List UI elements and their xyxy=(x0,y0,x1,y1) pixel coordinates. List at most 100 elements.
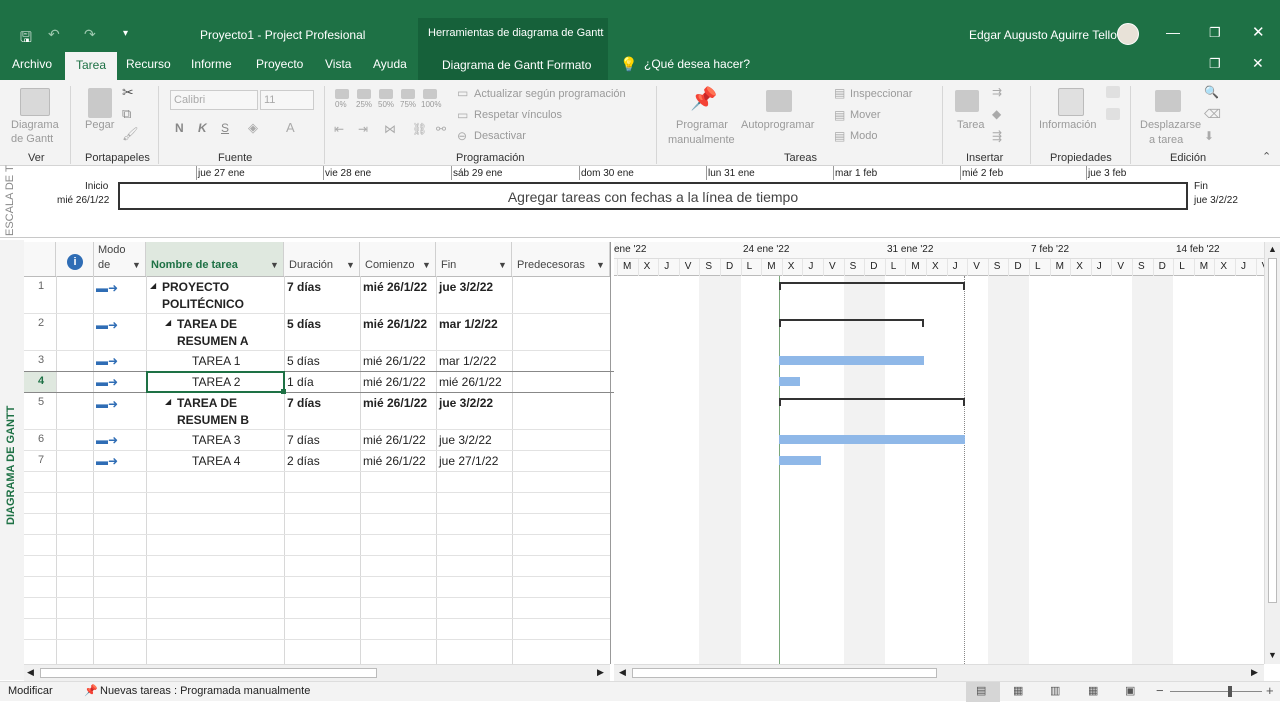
scroll-down-icon[interactable]: ▼ xyxy=(1268,650,1277,660)
task-name[interactable]: TAREA DE xyxy=(177,317,237,331)
doc-restore-icon[interactable]: ❐ xyxy=(1209,56,1221,72)
tab-archivo[interactable]: Archivo xyxy=(12,57,52,71)
scroll-up-icon[interactable]: ▲ xyxy=(1268,244,1277,254)
tab-proyecto[interactable]: Proyecto xyxy=(256,57,303,71)
task-start[interactable]: mié 26/1/22 xyxy=(363,396,427,410)
milestone-icon[interactable]: ◆ xyxy=(992,107,1001,121)
font-size-combo[interactable]: 11 xyxy=(260,90,314,110)
restore-icon[interactable]: ❐ xyxy=(1209,25,1221,41)
task-bar[interactable] xyxy=(779,435,965,444)
filter-arrow-icon[interactable]: ▼ xyxy=(270,260,279,270)
link-icon[interactable]: ⛓ xyxy=(412,122,427,136)
font-color-icon[interactable]: A xyxy=(286,120,295,135)
auto-schedule-button[interactable]: Autoprogramar xyxy=(741,118,814,132)
new-tasks-mode[interactable]: Nuevas tareas : Programada manualmente xyxy=(100,685,310,697)
task-name[interactable]: TAREA 4 xyxy=(192,454,240,468)
summary-bar[interactable] xyxy=(779,398,965,406)
gantt-view-button-line2[interactable]: de Gantt xyxy=(11,132,53,146)
task-name-cont[interactable]: RESUMEN A xyxy=(177,334,249,348)
summary-icon[interactable]: ⇉ xyxy=(992,85,1002,99)
info-column-header[interactable]: i xyxy=(56,242,94,276)
manual-schedule-line1[interactable]: Programar xyxy=(676,118,728,132)
tab-formato[interactable]: Diagrama de Gantt Formato xyxy=(442,58,591,72)
zoom-out-icon[interactable]: − xyxy=(1156,683,1164,698)
grid-hscroll[interactable]: ◀ ▶ xyxy=(24,664,610,681)
task-duration[interactable]: 1 día xyxy=(287,375,314,389)
team-planner-icon[interactable]: ▥ xyxy=(1050,684,1060,697)
task-name[interactable]: TAREA 2 xyxy=(192,375,240,389)
summary-bar[interactable] xyxy=(779,282,965,290)
tab-recurso[interactable]: Recurso xyxy=(126,57,171,71)
cut-icon[interactable]: ✂ xyxy=(122,84,134,101)
resource-sheet-icon[interactable]: ▦ xyxy=(1088,684,1098,697)
deliverable-icon[interactable]: ⇶ xyxy=(992,129,1002,143)
filter-arrow-icon[interactable]: ▼ xyxy=(346,260,355,270)
scroll-left-icon[interactable]: ◀ xyxy=(619,667,626,678)
task-name-column-header[interactable]: Nombre de tarea ▼ xyxy=(146,242,284,276)
close-icon[interactable]: ✕ xyxy=(1252,23,1265,41)
gantt-hscroll[interactable]: ◀ ▶ xyxy=(614,664,1264,681)
task-bar[interactable] xyxy=(779,456,821,465)
find-icon[interactable]: 🔍 xyxy=(1204,85,1219,99)
undo-icon[interactable]: ↶ xyxy=(48,26,60,43)
zoom-in-icon[interactable]: + xyxy=(1266,683,1274,698)
task-duration[interactable]: 7 días xyxy=(287,280,321,294)
task-finish[interactable]: mié 26/1/22 xyxy=(439,375,502,389)
mode-button[interactable]: Modo xyxy=(850,129,878,143)
task-duration[interactable]: 5 días xyxy=(287,354,320,368)
inactivate[interactable]: Desactivar xyxy=(474,129,526,143)
update-as-scheduled[interactable]: Actualizar según programación xyxy=(474,87,626,101)
scroll-thumb[interactable] xyxy=(632,668,937,678)
task-duration[interactable]: 5 días xyxy=(287,317,321,331)
gantt-vscroll[interactable]: ▲ ▼ xyxy=(1264,242,1280,664)
avatar[interactable] xyxy=(1117,23,1139,45)
scroll-left-icon[interactable]: ◀ xyxy=(27,667,34,678)
user-name[interactable]: Edgar Augusto Aguirre Tello xyxy=(969,28,1117,42)
font-name-combo[interactable]: Calibri xyxy=(170,90,258,110)
task-duration[interactable]: 7 días xyxy=(287,396,321,410)
zoom-slider[interactable] xyxy=(1170,691,1262,692)
task-name[interactable]: TAREA 3 xyxy=(192,433,240,447)
report-icon[interactable]: ▣ xyxy=(1125,684,1135,697)
filter-arrow-icon[interactable]: ▼ xyxy=(422,260,431,270)
task-finish[interactable]: jue 3/2/22 xyxy=(439,396,493,410)
collapse-icon[interactable]: ◢ xyxy=(165,318,171,327)
scroll-right-icon[interactable]: ▶ xyxy=(597,667,604,678)
task-finish[interactable]: mar 1/2/22 xyxy=(439,317,498,331)
manual-schedule-line2[interactable]: manualmente xyxy=(668,133,735,147)
task-bar[interactable] xyxy=(779,377,800,386)
finish-column-header[interactable]: Fin ▼ xyxy=(436,242,512,276)
tab-vista[interactable]: Vista xyxy=(325,57,351,71)
tab-ayuda[interactable]: Ayuda xyxy=(373,57,407,71)
respect-links[interactable]: Respetar vínculos xyxy=(474,108,562,122)
task-name-cont[interactable]: POLITÉCNICO xyxy=(162,297,244,311)
summary-bar[interactable] xyxy=(779,319,924,327)
task-finish[interactable]: jue 27/1/22 xyxy=(439,454,498,468)
doc-close-icon[interactable]: ✕ xyxy=(1252,55,1264,72)
gantt-view-button-line1[interactable]: Diagrama xyxy=(11,118,59,132)
underline-button[interactable]: S xyxy=(221,121,229,135)
tell-me-search[interactable]: ¿Qué desea hacer? xyxy=(644,57,750,71)
task-start[interactable]: mié 26/1/22 xyxy=(363,433,426,447)
task-duration[interactable]: 7 días xyxy=(287,433,320,447)
tab-tarea[interactable]: Tarea xyxy=(65,52,118,80)
tab-informe[interactable]: Informe xyxy=(191,57,232,71)
format-painter-icon[interactable]: 🖌 xyxy=(122,126,139,142)
start-column-header[interactable]: Comienzo ▼ xyxy=(360,242,436,276)
italic-button[interactable]: K xyxy=(198,121,207,135)
task-duration[interactable]: 2 días xyxy=(287,454,320,468)
timeline-bar[interactable]: Agregar tareas con fechas a la línea de … xyxy=(118,182,1188,210)
copy-icon[interactable]: ⧉ xyxy=(122,106,131,122)
collapse-ribbon-icon[interactable]: ⌃ xyxy=(1262,150,1271,163)
task-start[interactable]: mié 26/1/22 xyxy=(363,317,427,331)
scroll-right-icon[interactable]: ▶ xyxy=(1251,667,1258,678)
fill-handle[interactable] xyxy=(281,389,286,394)
move-button[interactable]: Mover xyxy=(850,108,881,122)
outdent-icon[interactable]: ⇤ xyxy=(334,122,344,136)
split-icon[interactable]: ⋈ xyxy=(384,122,396,136)
customize-qat-icon[interactable]: ▾ xyxy=(123,28,128,39)
task-start[interactable]: mié 26/1/22 xyxy=(363,354,426,368)
paste-button[interactable]: Pegar xyxy=(85,118,114,132)
task-start[interactable]: mié 26/1/22 xyxy=(363,375,426,389)
task-bar[interactable] xyxy=(779,356,924,365)
